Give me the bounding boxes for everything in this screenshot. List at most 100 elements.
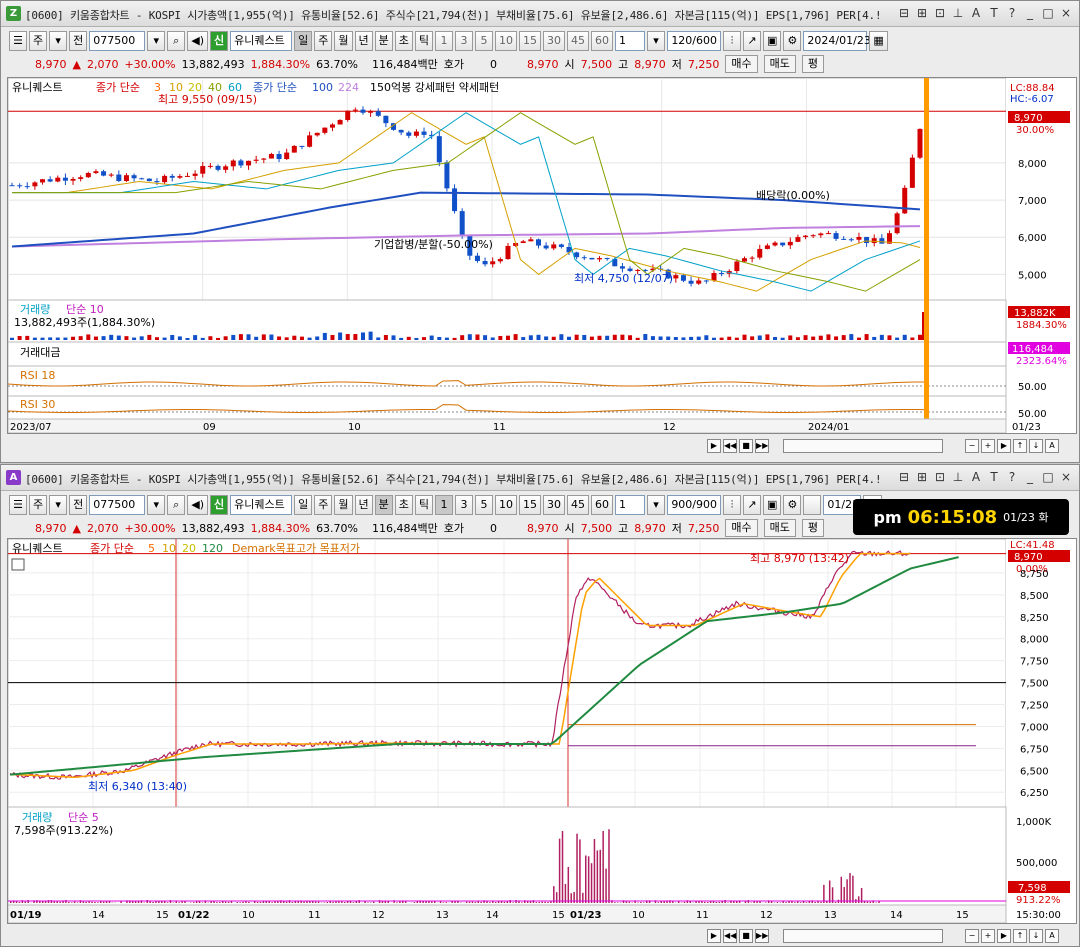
period-day-tab[interactable]: 일	[294, 31, 313, 51]
date-checkbox[interactable]	[803, 495, 822, 515]
minute-30-button[interactable]: 30	[543, 495, 566, 515]
count-input[interactable]: 900/900	[667, 495, 722, 515]
help-icon[interactable]: ?	[1005, 469, 1019, 485]
scroll-first-icon[interactable]: ◀◀	[723, 439, 737, 453]
minute-5-button[interactable]: 5	[475, 31, 494, 51]
close-icon[interactable]: ×	[1059, 469, 1073, 485]
close-icon[interactable]: ×	[1059, 5, 1073, 21]
menu-icon[interactable]: ☰	[9, 495, 27, 515]
period-minute-tab[interactable]: 분	[374, 495, 393, 515]
period-month-tab[interactable]: 월	[334, 31, 353, 51]
daily-chart-svg[interactable]: 유니퀘스트 종가 단순 3 10 20 40 60 종가 단순 100 224 …	[7, 77, 1076, 434]
save-icon[interactable]: ▣	[763, 495, 782, 515]
grid-icon[interactable]: ⊞	[915, 469, 929, 485]
speaker-icon[interactable]: ◀)	[187, 495, 209, 515]
buy-button[interactable]: 매수	[725, 519, 758, 537]
minute-5-button[interactable]: 5	[475, 495, 494, 515]
credit-badge[interactable]: 신	[210, 495, 229, 515]
chart2-scrollbar[interactable]: ▶ ◀◀ ■ ▶▶ − + ▶ ↑ ↓ A	[7, 927, 1077, 945]
scroll-stop-icon[interactable]: ■	[739, 439, 753, 453]
minute-60-button[interactable]: 60	[591, 495, 614, 515]
sell-button[interactable]: 매도	[763, 519, 796, 537]
font-a-icon[interactable]: A	[1045, 439, 1059, 453]
credit-badge[interactable]: 신	[210, 31, 229, 51]
mode-dropdown-icon[interactable]: ▾	[49, 495, 68, 515]
period-tick-tab[interactable]: 틱	[414, 31, 434, 51]
link-icon[interactable]: ⊡	[933, 5, 947, 21]
window-list-icon[interactable]: ⊟	[897, 5, 911, 21]
minute-10-button[interactable]: 10	[495, 31, 518, 51]
scroll-last-icon[interactable]: ▶▶	[755, 439, 769, 453]
minimize-icon[interactable]: _	[1023, 5, 1037, 21]
scroll-track[interactable]	[783, 439, 943, 453]
n-input[interactable]: 1	[615, 495, 646, 515]
minute-chart-area[interactable]: 유니퀘스트 종가 단순 5 10 20 120 Demark목표고가 목표저가 …	[7, 538, 1077, 924]
n-dropdown-icon[interactable]: ▾	[647, 31, 666, 51]
date-input[interactable]: 2024/01/23	[803, 31, 871, 51]
n-dropdown-icon[interactable]: ▾	[647, 495, 666, 515]
text-icon[interactable]: T	[987, 5, 1001, 21]
scroll-left-icon[interactable]: ▶	[707, 929, 721, 943]
pin-icon[interactable]: ⊥	[951, 5, 965, 21]
period-year-tab[interactable]: 년	[354, 495, 373, 515]
sell-button[interactable]: 매도	[763, 55, 796, 73]
mode-select[interactable]: 주	[29, 495, 48, 515]
stock-code-input[interactable]: 077500	[89, 495, 146, 515]
flat-button[interactable]: 평	[801, 55, 824, 73]
count-input[interactable]: 120/600	[667, 31, 722, 51]
buy-button[interactable]: 매수	[725, 55, 758, 73]
link-icon[interactable]: ⊡	[933, 469, 947, 485]
indicator-icon[interactable]: ⫶	[723, 31, 742, 51]
help-icon[interactable]: ?	[1005, 5, 1019, 21]
arrow-down-icon[interactable]: ↓	[1029, 439, 1043, 453]
minute-60-button[interactable]: 60	[591, 31, 614, 51]
period-tick-tab[interactable]: 틱	[414, 495, 434, 515]
speaker-icon[interactable]: ◀)	[187, 31, 209, 51]
period-month-tab[interactable]: 월	[334, 495, 353, 515]
window-list-icon[interactable]: ⊟	[897, 469, 911, 485]
minute-15-button[interactable]: 15	[519, 495, 542, 515]
text-icon[interactable]: T	[987, 469, 1001, 485]
minute-15-button[interactable]: 15	[519, 31, 542, 51]
minute-1-button[interactable]: 1	[435, 31, 454, 51]
mode-select[interactable]: 주	[29, 31, 48, 51]
scroll-left-icon[interactable]: ▶	[707, 439, 721, 453]
period-day-tab[interactable]: 일	[294, 495, 313, 515]
zoom-in-icon[interactable]: +	[981, 439, 995, 453]
chart1-scrollbar[interactable]: ▶ ◀◀ ■ ▶▶ − + ▶ ↑ ↓ A	[7, 437, 1077, 455]
n-input[interactable]: 1	[615, 31, 646, 51]
period-second-tab[interactable]: 초	[394, 31, 413, 51]
calendar-icon[interactable]: ▦	[869, 31, 888, 51]
stock-code-input[interactable]: 077500	[89, 31, 146, 51]
period-week-tab[interactable]: 주	[314, 495, 333, 515]
scroll-last-icon[interactable]: ▶▶	[755, 929, 769, 943]
zoom-in-icon[interactable]: +	[981, 929, 995, 943]
minute-1-button[interactable]: 1	[435, 495, 454, 515]
code-dropdown-icon[interactable]: ▾	[147, 495, 166, 515]
period-minute-tab[interactable]: 분	[374, 31, 393, 51]
scroll-first-icon[interactable]: ◀◀	[723, 929, 737, 943]
daily-chart-area[interactable]: 유니퀘스트 종가 단순 3 10 20 40 60 종가 단순 100 224 …	[7, 77, 1077, 434]
search-icon[interactable]: ⌕	[167, 495, 186, 515]
save-icon[interactable]: ▣	[763, 31, 782, 51]
period-second-tab[interactable]: 초	[394, 495, 413, 515]
table-icon[interactable]	[11, 558, 25, 571]
letter-a-icon[interactable]: A	[969, 5, 983, 21]
scroll-stop-icon[interactable]: ■	[739, 929, 753, 943]
scroll-end-icon[interactable]: ▶	[997, 929, 1011, 943]
arrow-up-icon[interactable]: ↑	[1013, 439, 1027, 453]
period-year-tab[interactable]: 년	[354, 31, 373, 51]
maximize-icon[interactable]: □	[1041, 5, 1055, 21]
minute-45-button[interactable]: 45	[567, 31, 590, 51]
letter-a-icon[interactable]: A	[969, 469, 983, 485]
minute-chart-svg[interactable]: 유니퀘스트 종가 단순 5 10 20 120 Demark목표고가 목표저가 …	[7, 538, 1076, 924]
search-icon[interactable]: ⌕	[167, 31, 186, 51]
grid-icon[interactable]: ⊞	[915, 5, 929, 21]
flat-button[interactable]: 평	[801, 519, 824, 537]
maximize-icon[interactable]: □	[1041, 469, 1055, 485]
settings-icon[interactable]: ⚙	[783, 31, 802, 51]
menu-icon[interactable]: ☰	[9, 31, 27, 51]
pin-icon[interactable]: ⊥	[951, 469, 965, 485]
indicator-icon[interactable]: ⫶	[723, 495, 742, 515]
prev-button[interactable]: 전	[69, 31, 88, 51]
